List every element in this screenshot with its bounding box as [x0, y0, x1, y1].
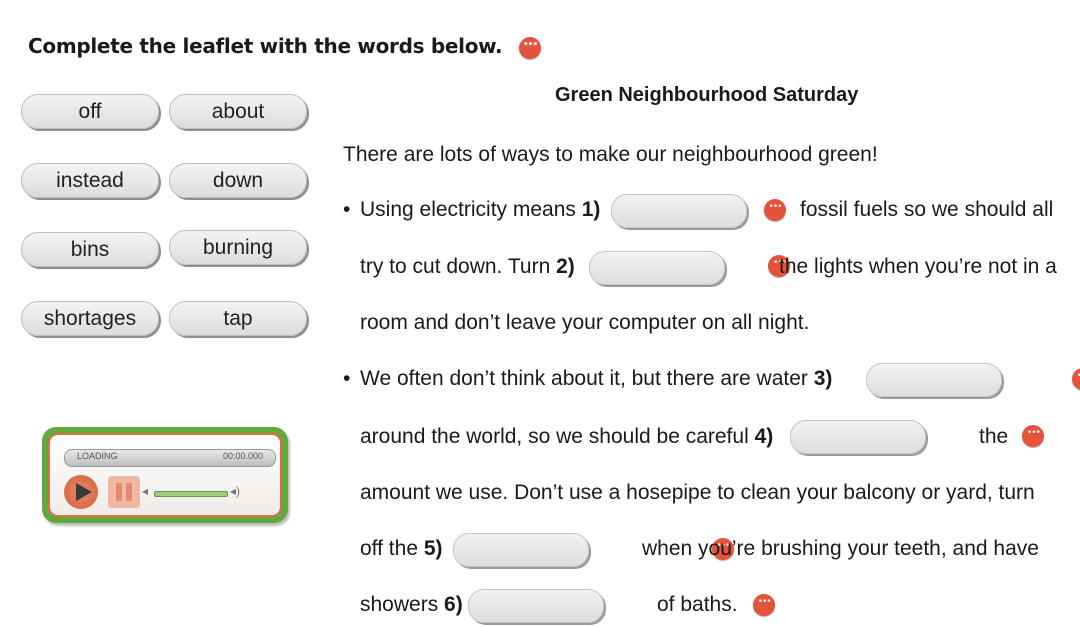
text-segment: try to cut down. Turn	[360, 255, 551, 278]
text-line: showers 6)	[360, 593, 463, 617]
gap-1-input[interactable]	[611, 194, 747, 228]
gap-5-input[interactable]	[453, 533, 589, 567]
text-line: Using electricity means 1)	[360, 198, 600, 222]
audio-player-panel: LOADING 00:00.000 ◂ ◂)	[48, 433, 282, 517]
text-segment: off the	[360, 537, 418, 560]
gap-4-input[interactable]	[790, 420, 926, 454]
text-line: try to cut down. Turn 2)	[360, 255, 575, 279]
hint-icon[interactable]	[519, 36, 541, 59]
instruction-text: Complete the leaflet with the words belo…	[28, 34, 503, 58]
hint-icon[interactable]	[1022, 425, 1045, 447]
gap-number: 1)	[581, 198, 601, 221]
text-segment: of baths.	[657, 593, 738, 616]
leaflet-title: Green Neighbourhood Saturday	[555, 84, 859, 106]
audio-player: LOADING 00:00.000 ◂ ◂)	[42, 427, 288, 523]
time-readout: 00:00.000	[222, 451, 263, 461]
word-chip-burning[interactable]: burning	[169, 230, 307, 265]
gap-number: 6)	[444, 593, 463, 616]
loading-label: LOADING	[77, 451, 118, 461]
text-line: room and don’t leave your computer on al…	[360, 311, 810, 334]
text-segment: Using electricity means	[360, 198, 576, 221]
leaflet-intro: There are lots of ways to make our neigh…	[343, 143, 878, 166]
hint-icon[interactable]	[764, 199, 786, 221]
text-segment: the lights when you’re not in a	[779, 255, 1057, 278]
gap-number: 3)	[813, 367, 833, 390]
text-line: around the world, so we should be carefu…	[360, 425, 773, 449]
gap-2-input[interactable]	[589, 251, 725, 285]
word-chip-off[interactable]: off	[21, 94, 159, 129]
bullet-marker: •	[343, 367, 351, 390]
word-chip-instead[interactable]: instead	[21, 163, 159, 198]
text-segment: when you’re brushing your teeth, and hav…	[642, 537, 1039, 560]
gap-number: 2)	[556, 255, 575, 278]
hint-icon[interactable]	[753, 594, 776, 616]
word-chip-about[interactable]: about	[169, 94, 307, 129]
text-line: off the 5)	[360, 537, 443, 561]
text-line: amount we use. Don’t use a hosepipe to c…	[360, 481, 1035, 504]
word-chip-down[interactable]: down	[169, 163, 307, 198]
progress-bar[interactable]: LOADING 00:00.000	[64, 449, 276, 467]
bullet-marker: •	[343, 198, 351, 221]
text-segment: We often don’t think about it, but there…	[360, 367, 808, 390]
pause-button[interactable]	[108, 476, 140, 508]
text-segment: the	[979, 425, 1009, 448]
gap-3-input[interactable]	[866, 363, 1002, 397]
text-line: We often don’t think about it, but there…	[360, 367, 832, 391]
volume-high-icon: ◂)	[230, 484, 241, 498]
word-chip-tap[interactable]: tap	[169, 301, 307, 336]
instruction-heading: Complete the leaflet with the words belo…	[28, 34, 541, 59]
gap-6-input[interactable]	[468, 589, 604, 623]
hint-icon[interactable]	[1071, 368, 1080, 390]
text-segment: showers	[360, 593, 439, 616]
word-chip-bins[interactable]: bins	[21, 232, 159, 267]
text-segment: around the world, so we should be carefu…	[360, 425, 749, 448]
gap-number: 4)	[754, 425, 774, 448]
volume-low-icon: ◂	[142, 484, 149, 498]
text-segment: fossil fuels so we should all	[800, 198, 1054, 221]
word-chip-shortages[interactable]: shortages	[21, 301, 159, 336]
gap-number: 5)	[423, 537, 443, 560]
play-button[interactable]	[64, 475, 98, 509]
volume-slider[interactable]	[154, 491, 228, 497]
